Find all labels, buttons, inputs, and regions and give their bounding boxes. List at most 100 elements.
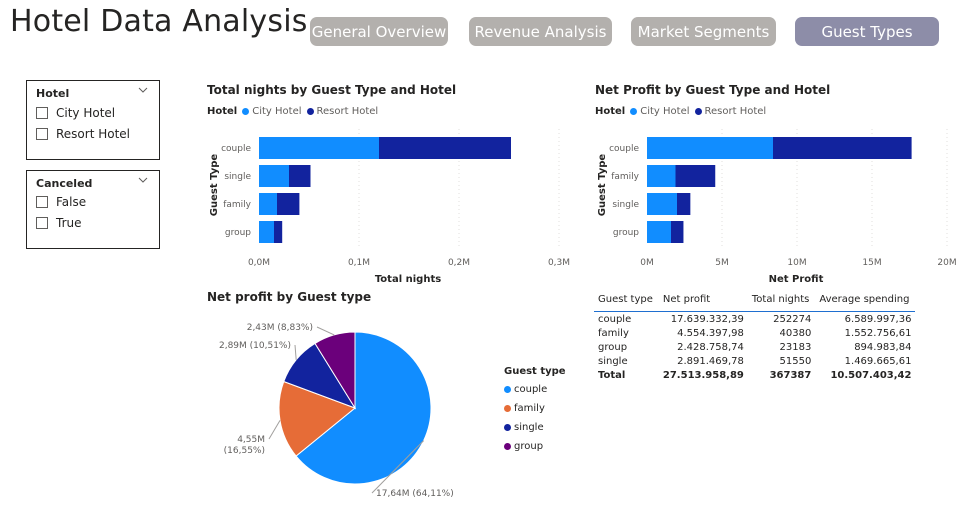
canceled-slicer-label: Canceled xyxy=(36,177,93,190)
pie-data-label: (16,55%) xyxy=(224,446,265,456)
leader-line xyxy=(294,344,297,360)
checkbox[interactable] xyxy=(36,196,48,208)
bar-couple-city-hotel[interactable] xyxy=(647,137,773,159)
chevron-down-icon[interactable] xyxy=(137,84,149,96)
bar-family-resort-hotel[interactable] xyxy=(277,193,300,215)
option-label: City Hotel xyxy=(56,106,116,120)
legend-item-resort[interactable]: Resort Hotel xyxy=(694,106,766,117)
legend-item-city[interactable]: City Hotel xyxy=(242,106,302,117)
pie-legend-title: Guest type xyxy=(504,366,566,377)
pie-data-label: 17,64M (64,11%) xyxy=(376,489,454,499)
page-title: Hotel Data Analysis xyxy=(10,4,308,39)
bar-single-city-hotel[interactable] xyxy=(259,165,289,187)
hotel-option-city[interactable]: City Hotel xyxy=(36,106,115,120)
bar-couple-city-hotel[interactable] xyxy=(259,137,379,159)
bar-group-resort-hotel[interactable] xyxy=(274,221,283,243)
legend-item-city[interactable]: City Hotel xyxy=(630,106,690,117)
y-tick-label: family xyxy=(223,200,251,210)
chart2-legend: Hotel City Hotel Resort Hotel xyxy=(595,106,771,117)
table-cell: 894.983,84 xyxy=(854,341,912,353)
table-row: family 4.554.397,98 40380 1.552.756,61 xyxy=(594,326,915,340)
y-tick-label: couple xyxy=(221,144,251,154)
table-cell: 40380 xyxy=(779,327,812,339)
bar-group-resort-hotel[interactable] xyxy=(671,221,684,243)
table-cell: 51550 xyxy=(779,355,812,367)
summary-table: Guest type Net profit Total nights Avera… xyxy=(594,294,916,382)
column-header[interactable]: Net profit xyxy=(659,294,748,312)
pie-legend-item-group[interactable]: group xyxy=(504,437,566,456)
legend-label: group xyxy=(514,441,544,452)
table-cell: 17.639.332,39 xyxy=(658,311,748,326)
pie-legend-item-single[interactable]: single xyxy=(504,418,566,437)
tab-guest-types[interactable]: Guest Types xyxy=(795,17,939,46)
canceled-slicer: Canceled False True xyxy=(26,170,160,249)
chart2-net-profit: Guest Type Net Profit 0M 5M 10M 15M 20M coupl… xyxy=(597,129,957,285)
pie-data-label: 4,55M xyxy=(237,435,265,445)
legend-label: City Hotel xyxy=(252,106,302,117)
column-header[interactable]: Guest type xyxy=(594,294,659,312)
bar-group-city-hotel[interactable] xyxy=(259,221,274,243)
legend-item-resort[interactable]: Resort Hotel xyxy=(306,106,378,117)
x-tick-label: 5M xyxy=(715,258,729,268)
leader-line xyxy=(268,420,281,440)
tab-market-segments[interactable]: Market Segments xyxy=(631,17,776,46)
x-tick-label: 0,0M xyxy=(248,258,270,268)
table-row: couple 17.639.332,39 252274 6.589.997,36 xyxy=(594,311,916,326)
table-header-row: Guest type Net profit Total nights Avera… xyxy=(594,294,915,312)
bar-group-city-hotel[interactable] xyxy=(647,221,671,243)
table-row: group 2.428.758,74 23183 894.983,84 xyxy=(594,340,915,354)
table-cell: 1.552.756,61 xyxy=(844,327,912,339)
chevron-down-icon[interactable] xyxy=(137,174,149,186)
canceled-option-false[interactable]: False xyxy=(36,195,86,209)
hotel-slicer-label: Hotel xyxy=(36,87,70,100)
y-axis-label: Guest Type xyxy=(597,154,608,217)
checkbox[interactable] xyxy=(36,128,48,140)
table-cell: group xyxy=(598,341,628,353)
x-tick-label: 0,1M xyxy=(348,258,370,268)
y-tick-label: family xyxy=(611,172,639,182)
chart1-title: Total nights by Guest Type and Hotel xyxy=(207,83,457,97)
bar-family-resort-hotel[interactable] xyxy=(675,165,716,187)
legend-label: City Hotel xyxy=(640,106,690,117)
tab-general-overview[interactable]: General Overview xyxy=(310,17,448,46)
legend-label: single xyxy=(514,422,544,433)
bar-couple-resort-hotel[interactable] xyxy=(773,137,912,159)
table-cell: 10.507.403,42 xyxy=(830,369,912,381)
pie-legend: Guest type couple family single group xyxy=(504,366,566,456)
pie-data-label: 2,89M (10,51%) xyxy=(219,341,291,351)
x-tick-label: 0,3M xyxy=(548,258,570,268)
y-tick-label: couple xyxy=(609,144,639,154)
bar-single-city-hotel[interactable] xyxy=(647,193,677,215)
hotel-slicer: Hotel City Hotel Resort Hotel xyxy=(26,80,160,160)
pie-chart: 17,64M (64,11%) 4,55M(16,55%) 2,89M (10,51… xyxy=(219,323,454,499)
table-cell: 23183 xyxy=(779,341,812,353)
canceled-option-true[interactable]: True xyxy=(36,216,82,230)
chart1-total-nights: Guest Type Total nights 0,0M 0,1M 0,2M 0,3M… xyxy=(209,129,570,285)
pie-legend-item-couple[interactable]: couple xyxy=(504,380,566,399)
pie-data-label: 2,43M (8,83%) xyxy=(247,323,313,333)
bar-single-resort-hotel[interactable] xyxy=(677,193,691,215)
x-axis-label: Total nights xyxy=(375,274,441,285)
hotel-option-resort[interactable]: Resort Hotel xyxy=(36,127,130,141)
table-cell: 27.513.958,89 xyxy=(662,369,744,381)
option-label: True xyxy=(56,216,82,230)
y-axis-label: Guest Type xyxy=(209,154,220,217)
column-header[interactable]: Total nights xyxy=(748,294,815,312)
bar-couple-resort-hotel[interactable] xyxy=(379,137,511,159)
x-axis-label: Net Profit xyxy=(769,274,824,285)
chart1-legend: Hotel City Hotel Resort Hotel xyxy=(207,106,383,117)
x-tick-label: 20M xyxy=(937,258,956,268)
table-cell: 1.469.665,61 xyxy=(844,355,912,367)
pie-legend-item-family[interactable]: family xyxy=(504,399,566,418)
y-tick-label: single xyxy=(224,172,251,182)
checkbox[interactable] xyxy=(36,107,48,119)
leader-line xyxy=(316,326,335,336)
bar-single-resort-hotel[interactable] xyxy=(289,165,311,187)
pie-title: Net profit by Guest type xyxy=(207,290,372,304)
chart2-title: Net Profit by Guest Type and Hotel xyxy=(595,83,831,97)
checkbox[interactable] xyxy=(36,217,48,229)
bar-family-city-hotel[interactable] xyxy=(259,193,277,215)
bar-family-city-hotel[interactable] xyxy=(647,165,676,187)
tab-revenue-analysis[interactable]: Revenue Analysis xyxy=(469,17,612,46)
column-header[interactable]: Average spending xyxy=(815,294,915,312)
